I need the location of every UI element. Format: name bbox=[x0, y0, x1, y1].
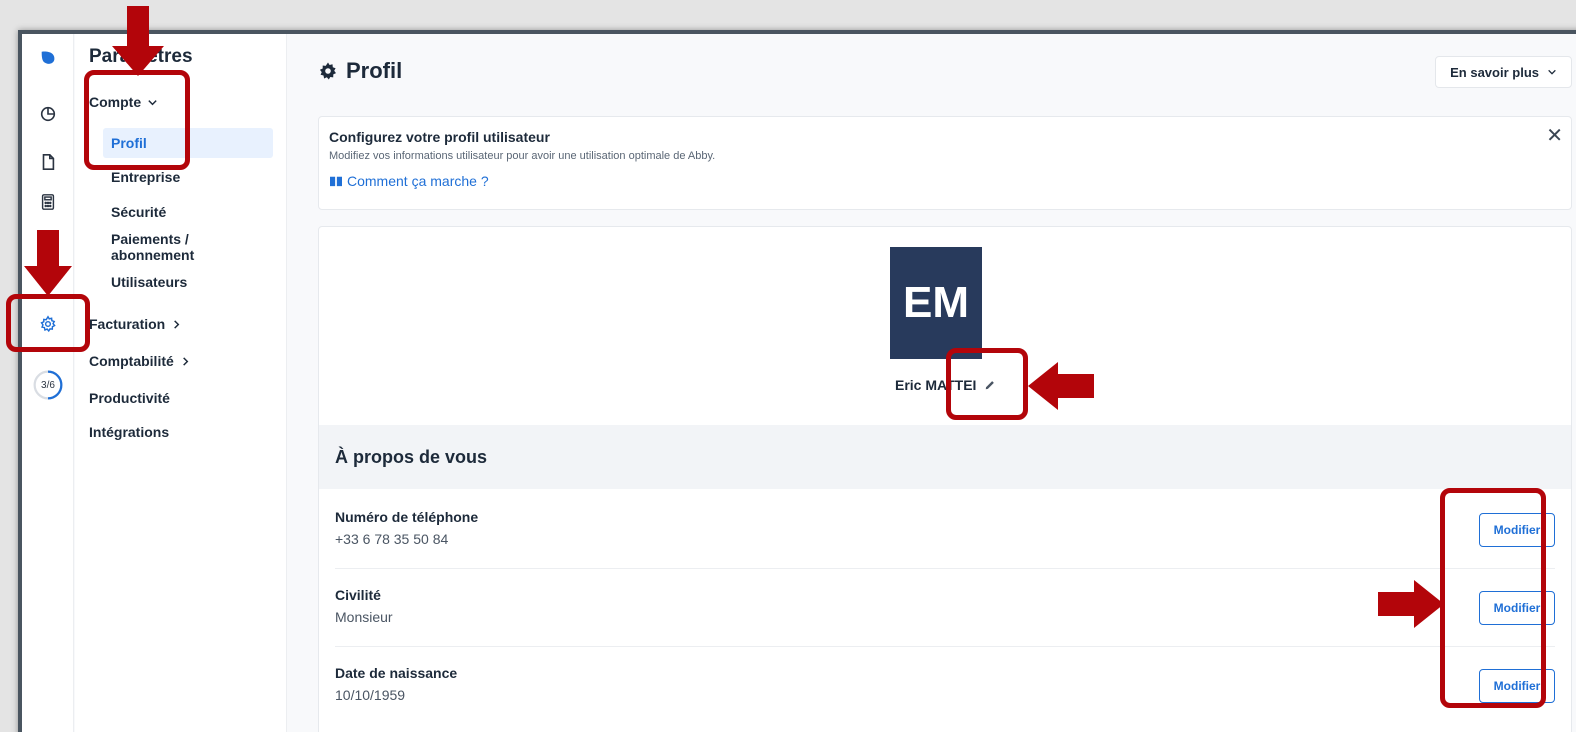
section-title: À propos de vous bbox=[319, 425, 1571, 489]
app-window: 3/6 Paramètres Compte Profil Entreprise … bbox=[18, 30, 1576, 732]
field-value: 10/10/1959 bbox=[335, 687, 406, 703]
annotation-arrow-left-icon bbox=[1028, 362, 1094, 410]
page-title: Profil bbox=[318, 58, 402, 84]
info-banner: Configurez votre profil utilisateur Modi… bbox=[318, 116, 1572, 210]
field-row-phone: Numéro de téléphone +33 6 78 35 50 84 Mo… bbox=[335, 491, 1555, 569]
sidebar-group-productivite[interactable]: Productivité bbox=[89, 390, 170, 406]
sidebar-item-paiements[interactable]: Paiements / abonnement bbox=[103, 231, 273, 263]
avatar[interactable]: EM bbox=[890, 247, 982, 359]
sidebar-group-label: Comptabilité bbox=[89, 353, 174, 369]
sidebar-group-label: Productivité bbox=[89, 390, 170, 406]
sidebar-group-integrations[interactable]: Intégrations bbox=[89, 424, 169, 440]
field-label: Numéro de téléphone bbox=[335, 509, 479, 525]
banner-description: Modifiez vos informations utilisateur po… bbox=[329, 150, 716, 162]
page-title-text: Profil bbox=[346, 58, 403, 83]
leaf-logo-icon[interactable] bbox=[22, 44, 74, 72]
annotation-arrow-down-icon bbox=[24, 230, 72, 296]
banner-title: Configurez votre profil utilisateur bbox=[329, 129, 550, 145]
annotation-highlight-modify-buttons bbox=[1440, 488, 1546, 708]
sidebar-group-comptabilite[interactable]: Comptabilité bbox=[89, 353, 191, 369]
how-it-works-link[interactable]: Comment ça marche ? bbox=[329, 173, 489, 189]
learn-more-button[interactable]: En savoir plus bbox=[1435, 56, 1572, 88]
field-row-civility: Civilité Monsieur Modifier bbox=[335, 569, 1555, 647]
chevron-right-icon bbox=[174, 319, 180, 329]
onboarding-progress[interactable]: 3/6 bbox=[22, 365, 74, 405]
link-label: Comment ça marche ? bbox=[347, 173, 489, 189]
sidebar-item-securite[interactable]: Sécurité bbox=[103, 197, 273, 227]
field-label: Civilité bbox=[335, 587, 381, 603]
field-value: +33 6 78 35 50 84 bbox=[335, 531, 449, 547]
pie-chart-icon[interactable] bbox=[22, 100, 74, 128]
chevron-right-icon bbox=[182, 356, 189, 366]
field-row-birthdate: Date de naissance 10/10/1959 Modifier bbox=[335, 647, 1555, 725]
annotation-highlight-edit-name bbox=[946, 348, 1028, 420]
annotation-arrow-right-icon bbox=[1378, 580, 1444, 628]
file-icon[interactable] bbox=[22, 148, 74, 176]
calculator-icon[interactable] bbox=[22, 188, 74, 216]
close-icon[interactable]: ✕ bbox=[1546, 123, 1563, 148]
sidebar-group-label: Intégrations bbox=[89, 424, 170, 440]
icon-rail: 3/6 bbox=[22, 34, 74, 732]
book-icon bbox=[330, 176, 342, 187]
progress-label: 3/6 bbox=[41, 379, 55, 391]
learn-more-label: En savoir plus bbox=[1450, 64, 1539, 80]
sidebar-group-label: Facturation bbox=[89, 316, 166, 332]
field-label: Date de naissance bbox=[335, 665, 458, 681]
chevron-down-icon bbox=[1548, 69, 1556, 75]
field-value: Monsieur bbox=[335, 609, 393, 625]
sidebar-group-facturation[interactable]: Facturation bbox=[89, 316, 182, 332]
annotation-highlight-compte bbox=[84, 70, 190, 170]
profile-card: EM Eric MATTEI À propos de vous Numéro d… bbox=[318, 226, 1572, 732]
sidebar-item-utilisateurs[interactable]: Utilisateurs bbox=[103, 267, 273, 297]
gear-icon bbox=[319, 62, 336, 80]
annotation-highlight-settings bbox=[6, 294, 90, 352]
annotation-arrow-down-icon bbox=[112, 6, 164, 76]
